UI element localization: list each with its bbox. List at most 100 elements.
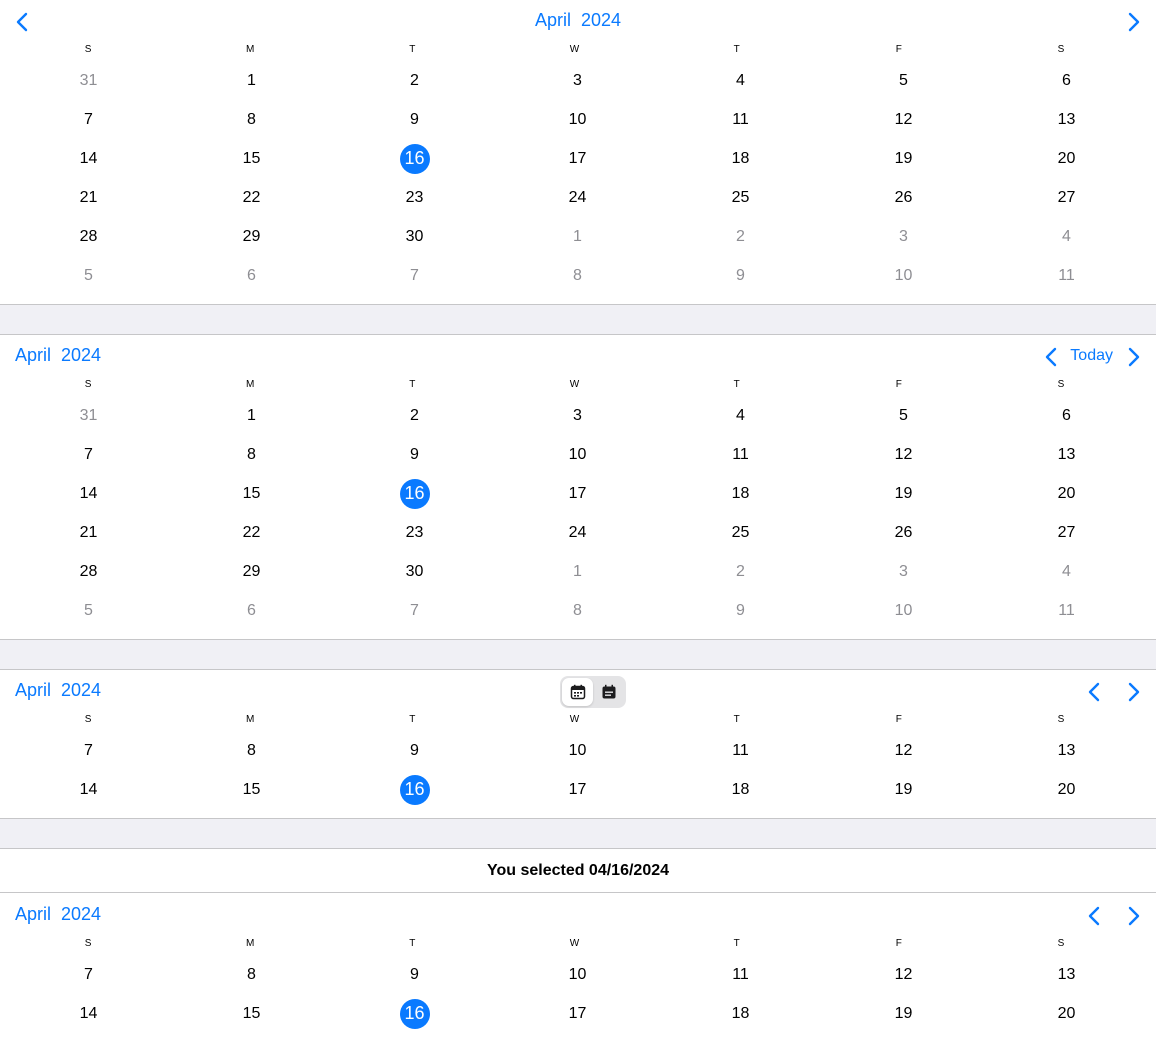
day-cell[interactable]: 23 — [333, 178, 496, 217]
day-cell[interactable]: 6 — [985, 396, 1148, 435]
week-view-button[interactable] — [593, 678, 624, 706]
next-week-button[interactable] — [1122, 904, 1146, 928]
next-week-button[interactable] — [1122, 680, 1146, 704]
day-cell[interactable]: 18 — [659, 770, 822, 809]
selected-day-cell[interactable]: 16 — [333, 994, 496, 1033]
day-cell[interactable]: 7 — [333, 256, 496, 295]
day-cell[interactable]: 12 — [822, 435, 985, 474]
day-cell[interactable]: 13 — [985, 435, 1148, 474]
day-cell[interactable]: 20 — [985, 139, 1148, 178]
month-title[interactable]: April 2024 — [15, 904, 101, 925]
day-cell[interactable]: 7 — [7, 435, 170, 474]
day-cell[interactable]: 10 — [496, 435, 659, 474]
day-cell[interactable]: 29 — [170, 217, 333, 256]
day-cell[interactable]: 15 — [170, 770, 333, 809]
day-cell[interactable]: 14 — [7, 474, 170, 513]
day-cell[interactable]: 11 — [985, 256, 1148, 295]
day-cell[interactable]: 28 — [7, 217, 170, 256]
day-cell[interactable]: 4 — [985, 217, 1148, 256]
day-cell[interactable]: 23 — [333, 513, 496, 552]
day-cell[interactable]: 5 — [7, 591, 170, 630]
day-cell[interactable]: 1 — [496, 217, 659, 256]
day-cell[interactable]: 8 — [170, 731, 333, 770]
day-cell[interactable]: 17 — [496, 994, 659, 1033]
day-cell[interactable]: 18 — [659, 994, 822, 1033]
day-cell[interactable]: 20 — [985, 770, 1148, 809]
day-cell[interactable]: 14 — [7, 139, 170, 178]
day-cell[interactable]: 2 — [659, 552, 822, 591]
day-cell[interactable]: 3 — [822, 217, 985, 256]
day-cell[interactable]: 11 — [659, 955, 822, 994]
day-cell[interactable]: 4 — [985, 552, 1148, 591]
day-cell[interactable]: 17 — [496, 139, 659, 178]
next-month-button[interactable] — [1122, 10, 1146, 34]
day-cell[interactable]: 31 — [7, 61, 170, 100]
day-cell[interactable]: 10 — [822, 256, 985, 295]
day-cell[interactable]: 1 — [170, 396, 333, 435]
day-cell[interactable]: 8 — [170, 100, 333, 139]
day-cell[interactable]: 10 — [496, 955, 659, 994]
next-month-button[interactable] — [1122, 345, 1146, 369]
today-button[interactable]: Today — [1070, 347, 1113, 365]
day-cell[interactable]: 26 — [822, 178, 985, 217]
day-cell[interactable]: 2 — [333, 396, 496, 435]
day-cell[interactable]: 2 — [659, 217, 822, 256]
day-cell[interactable]: 15 — [170, 474, 333, 513]
day-cell[interactable]: 7 — [7, 100, 170, 139]
day-cell[interactable]: 15 — [170, 994, 333, 1033]
day-cell[interactable]: 20 — [985, 474, 1148, 513]
day-cell[interactable]: 12 — [822, 731, 985, 770]
selected-day-cell[interactable]: 16 — [333, 139, 496, 178]
day-cell[interactable]: 17 — [496, 770, 659, 809]
previous-week-button[interactable] — [1082, 904, 1106, 928]
day-cell[interactable]: 8 — [170, 435, 333, 474]
day-cell[interactable]: 1 — [496, 552, 659, 591]
day-cell[interactable]: 4 — [659, 396, 822, 435]
day-cell[interactable]: 13 — [985, 731, 1148, 770]
day-cell[interactable]: 9 — [333, 435, 496, 474]
day-cell[interactable]: 8 — [496, 591, 659, 630]
day-cell[interactable]: 8 — [496, 256, 659, 295]
day-cell[interactable]: 3 — [822, 552, 985, 591]
day-cell[interactable]: 11 — [659, 435, 822, 474]
day-cell[interactable]: 10 — [496, 100, 659, 139]
selected-day-cell[interactable]: 16 — [333, 770, 496, 809]
day-cell[interactable]: 9 — [659, 591, 822, 630]
day-cell[interactable]: 18 — [659, 474, 822, 513]
previous-month-button[interactable] — [1039, 345, 1063, 369]
month-title[interactable]: April 2024 — [15, 345, 101, 366]
day-cell[interactable]: 10 — [496, 731, 659, 770]
day-cell[interactable]: 26 — [822, 513, 985, 552]
day-cell[interactable]: 9 — [333, 100, 496, 139]
day-cell[interactable]: 7 — [7, 731, 170, 770]
day-cell[interactable]: 2 — [333, 61, 496, 100]
month-title[interactable]: April 2024 — [0, 10, 1156, 31]
day-cell[interactable]: 27 — [985, 513, 1148, 552]
day-cell[interactable]: 19 — [822, 994, 985, 1033]
day-cell[interactable]: 3 — [496, 396, 659, 435]
day-cell[interactable]: 19 — [822, 474, 985, 513]
day-cell[interactable]: 21 — [7, 513, 170, 552]
day-cell[interactable]: 24 — [496, 513, 659, 552]
day-cell[interactable]: 31 — [7, 396, 170, 435]
day-cell[interactable]: 12 — [822, 100, 985, 139]
day-cell[interactable]: 7 — [7, 955, 170, 994]
day-cell[interactable]: 22 — [170, 178, 333, 217]
day-cell[interactable]: 9 — [333, 955, 496, 994]
day-cell[interactable]: 25 — [659, 178, 822, 217]
day-cell[interactable]: 14 — [7, 770, 170, 809]
month-view-button[interactable] — [562, 678, 593, 706]
selected-day-cell[interactable]: 16 — [333, 474, 496, 513]
day-cell[interactable]: 17 — [496, 474, 659, 513]
day-cell[interactable]: 22 — [170, 513, 333, 552]
day-cell[interactable]: 13 — [985, 955, 1148, 994]
day-cell[interactable]: 20 — [985, 994, 1148, 1033]
day-cell[interactable]: 4 — [659, 61, 822, 100]
day-cell[interactable]: 29 — [170, 552, 333, 591]
day-cell[interactable]: 30 — [333, 552, 496, 591]
month-title[interactable]: April 2024 — [15, 680, 101, 701]
day-cell[interactable]: 19 — [822, 770, 985, 809]
day-cell[interactable]: 6 — [170, 591, 333, 630]
day-cell[interactable]: 1 — [170, 61, 333, 100]
day-cell[interactable]: 9 — [659, 256, 822, 295]
